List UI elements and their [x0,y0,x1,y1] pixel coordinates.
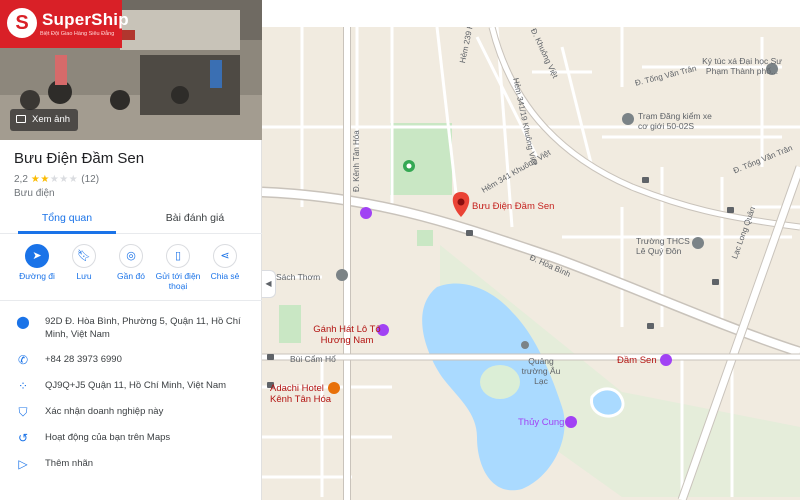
brand-tagline: Biệt Đội Giao Hàng Siêu Đẳng [40,31,115,37]
address-row[interactable]: ⬤ 92D Đ. Hòa Bình, Phường 5, Quận 11, Hồ… [0,315,262,345]
tab-overview[interactable]: Tổng quan [18,203,116,234]
park-poi-icon[interactable] [660,354,672,366]
place-panel: Xem ảnh Bưu Điện Đầm Sen 2,2 ★★★★★ (12) Bư… [0,0,262,500]
share-button[interactable]: ⋖ Chia sẻ [201,244,249,281]
map-graphics [262,27,800,500]
place-tabs: Tổng quan Bài đánh giá [0,203,262,234]
dam-sen-park-label[interactable]: Đầm Sen [617,355,657,366]
aquarium-poi-icon[interactable] [565,416,577,428]
add-label-row[interactable]: ▷ Thêm nhãn [0,457,262,473]
review-count[interactable]: (12) [81,174,99,185]
school-label[interactable]: Trường THCS Lê Quý Đôn [636,236,696,256]
road-label: Đ. Kênh Tân Hóa [352,130,361,192]
theater-label[interactable]: Gánh Hát Lô Tô Hương Nam [312,324,382,346]
inspection-poi-icon[interactable] [622,113,634,125]
view-photos-button[interactable]: Xem ảnh [10,109,79,131]
rating-row: 2,2 ★★★★★ (12) [14,174,99,185]
island [480,365,520,399]
hotel-label[interactable]: Adachi Hotel Kênh Tân Hóa [270,383,340,405]
phone-icon: ✆ [17,353,29,367]
divider [0,300,262,301]
brand-name: SuperShip [42,10,129,29]
nearby-button[interactable]: ◎ Gần đó [107,244,155,281]
location-pin-icon: ⬤ [16,315,30,329]
star-rating-icon[interactable]: ★★★★★ [31,174,78,185]
square-label[interactable]: Quảng trường Âu Lạc [516,356,566,386]
send-to-phone-button[interactable]: ▯ Gửi tới điện thoại [154,244,202,291]
brand-logo: S SuperShip Biệt Đội Giao Hàng Siêu Đẳng [0,0,129,48]
directions-button[interactable]: ➤ Đường đi [13,244,61,281]
bookstore-poi-icon[interactable] [336,269,348,281]
action-buttons: ➤ Đường đi 🔖︎ Lưu ◎ Gần đó ▯ Gửi tới điệ… [0,244,262,296]
park-area [417,230,433,246]
place-title: Bưu Điện Đầm Sen [14,150,145,167]
selected-place-label[interactable]: Bưu Điện Đầm Sen [472,201,554,212]
small-pond [590,387,625,418]
plus-code-icon: ⁘ [17,379,29,393]
street-label-bui-cam-ho: Bùi Cẩm Hổ [290,354,336,364]
inspection-station-label[interactable]: Trạm Đăng kiểm xe cơ giới 50-02S [638,111,718,131]
claim-business-row[interactable]: ⛉ Xác nhận doanh nghiệp này [0,405,262,421]
plus-code-row[interactable]: ⁘ QJ9Q+J5 Quận 11, Hồ Chí Minh, Việt Nam [0,379,262,395]
place-category[interactable]: Bưu điện [14,188,55,199]
poi-icon[interactable] [360,207,372,219]
phone-row[interactable]: ✆ +84 28 3973 6990 [0,353,262,369]
dormitory-label[interactable]: Ký túc xá Đại học Sư Phạm Thành phố... [697,56,787,76]
chevron-left-icon: ◀ [265,279,272,288]
label-icon: ▷ [18,457,28,471]
aquarium-label[interactable]: Thủy Cung [518,417,564,428]
square-poi-icon[interactable] [521,341,529,349]
history-icon: ↺ [17,431,29,445]
nearby-icon: ◎ [119,244,143,268]
rating-value: 2,2 [14,174,28,185]
photo-icon [16,115,26,123]
collapse-panel-button[interactable]: ◀ [262,270,276,298]
brand-mark: S [7,8,37,38]
map-canvas[interactable]: Bưu Điện Đầm Sen Ký túc xá Đại học Sư Ph… [262,27,800,500]
tab-reviews[interactable]: Bài đánh giá [150,203,240,234]
verified-shield-icon: ⛉ [18,405,28,419]
selected-place-pin[interactable] [452,192,470,217]
send-to-phone-icon: ▯ [166,244,190,268]
park-area [390,123,452,195]
park-area [279,305,301,343]
directions-icon: ➤ [25,244,49,268]
bookstore-label[interactable]: Sách Thơm [276,272,320,282]
maps-activity-row[interactable]: ↺ Hoạt động của bạn trên Maps [0,431,262,447]
bookmark-icon: 🔖︎ [72,244,96,268]
save-button[interactable]: 🔖︎ Lưu [60,244,108,281]
share-icon: ⋖ [213,244,237,268]
